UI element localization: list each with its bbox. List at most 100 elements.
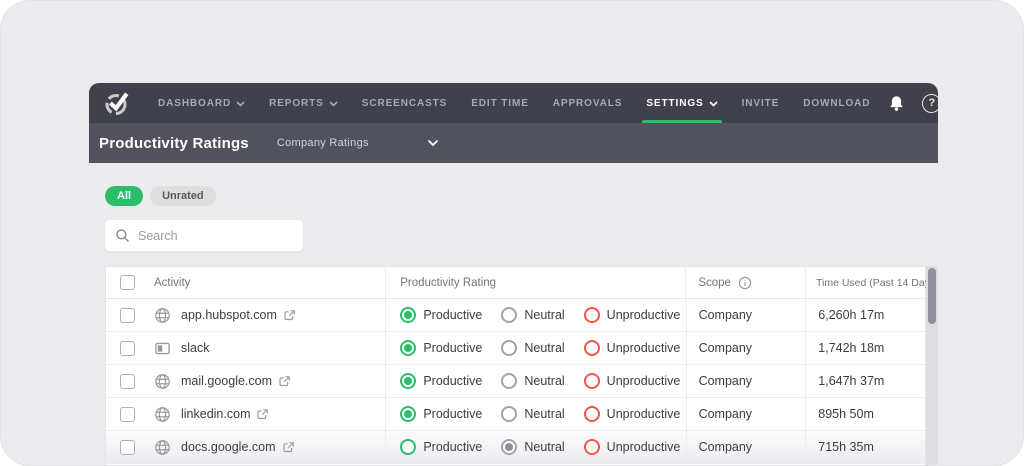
chevron-down-icon bbox=[236, 101, 245, 107]
select-all-checkbox[interactable] bbox=[120, 275, 135, 290]
table-row: docs.google.com Productive Neutral Unpro… bbox=[106, 431, 925, 464]
nav-item-dashboard[interactable]: DASHBOARD bbox=[146, 83, 257, 123]
column-header-productivity-rating: Productivity Rating bbox=[400, 277, 496, 289]
radio-button[interactable] bbox=[584, 340, 600, 356]
nav-right-group: ? Time Doctor O... AS bbox=[882, 83, 938, 123]
row-checkbox[interactable] bbox=[120, 440, 135, 455]
app-window-icon bbox=[154, 340, 171, 357]
time-used-value: 6,260h 17m bbox=[818, 308, 884, 322]
row-checkbox[interactable] bbox=[120, 308, 135, 323]
rating-option-productive[interactable]: Productive bbox=[400, 307, 482, 323]
activity-label: slack bbox=[181, 341, 209, 355]
rating-option-unproductive[interactable]: Unproductive bbox=[584, 340, 681, 356]
chevron-down-icon bbox=[427, 139, 439, 147]
nav-item-invite[interactable]: INVITE bbox=[730, 83, 792, 123]
activity-label: linkedin.com bbox=[181, 407, 250, 421]
nav-item-edit-time[interactable]: EDIT TIME bbox=[459, 83, 541, 123]
scope-value: Company bbox=[699, 407, 753, 421]
rating-option-neutral[interactable]: Neutral bbox=[501, 439, 564, 455]
top-navbar: DASHBOARD REPORTS SCREENCASTS EDIT TIME … bbox=[89, 83, 938, 123]
nav-item-reports[interactable]: REPORTS bbox=[257, 83, 350, 123]
external-link-icon[interactable] bbox=[278, 375, 291, 388]
radio-button[interactable] bbox=[584, 439, 600, 455]
rating-option-productive[interactable]: Productive bbox=[400, 406, 482, 422]
radio-button[interactable] bbox=[501, 406, 517, 422]
radio-button[interactable] bbox=[400, 307, 416, 323]
search-input[interactable] bbox=[138, 229, 288, 243]
nav-item-screencasts[interactable]: SCREENCASTS bbox=[350, 83, 459, 123]
nav-item-download[interactable]: DOWNLOAD bbox=[791, 83, 882, 123]
subheader: Productivity Ratings Company Ratings bbox=[89, 123, 938, 163]
activity-label: docs.google.com bbox=[181, 440, 276, 454]
chevron-down-icon bbox=[329, 101, 338, 107]
rating-options: Productive Neutral Unproductive bbox=[386, 398, 686, 430]
rating-option-neutral[interactable]: Neutral bbox=[501, 406, 564, 422]
rating-option-neutral[interactable]: Neutral bbox=[501, 307, 564, 323]
external-link-icon[interactable] bbox=[283, 309, 296, 322]
filter-pill-unrated[interactable]: Unrated bbox=[150, 186, 216, 206]
content-area: All Unrated Activity bbox=[89, 163, 938, 466]
rating-option-unproductive[interactable]: Unproductive bbox=[584, 373, 681, 389]
radio-button[interactable] bbox=[501, 340, 517, 356]
scrollbar-thumb[interactable] bbox=[928, 268, 936, 324]
row-checkbox[interactable] bbox=[120, 374, 135, 389]
radio-button[interactable] bbox=[400, 340, 416, 356]
external-link-icon[interactable] bbox=[256, 408, 269, 421]
globe-icon bbox=[154, 307, 171, 324]
time-used-value: 715h 35m bbox=[818, 440, 874, 454]
globe-icon bbox=[154, 373, 171, 390]
ratings-scope-dropdown[interactable]: Company Ratings bbox=[277, 137, 439, 149]
filter-pill-all[interactable]: All bbox=[105, 186, 143, 206]
radio-button[interactable] bbox=[400, 373, 416, 389]
row-checkbox[interactable] bbox=[120, 407, 135, 422]
notifications-bell-icon[interactable] bbox=[888, 95, 905, 112]
radio-button[interactable] bbox=[400, 439, 416, 455]
radio-button[interactable] bbox=[501, 373, 517, 389]
nav-item-approvals[interactable]: APPROVALS bbox=[541, 83, 635, 123]
radio-button[interactable] bbox=[584, 373, 600, 389]
radio-button[interactable] bbox=[400, 406, 416, 422]
radio-button[interactable] bbox=[501, 307, 517, 323]
rating-option-neutral[interactable]: Neutral bbox=[501, 373, 564, 389]
scope-value: Company bbox=[699, 374, 753, 388]
activity-label: app.hubspot.com bbox=[181, 308, 277, 322]
external-link-icon[interactable] bbox=[282, 441, 295, 454]
ratings-scope-dropdown-label: Company Ratings bbox=[277, 137, 369, 149]
radio-button[interactable] bbox=[584, 406, 600, 422]
table-row: linkedin.com Productive Neutral Unproduc… bbox=[106, 398, 925, 431]
search-icon bbox=[115, 228, 130, 243]
app-window: DASHBOARD REPORTS SCREENCASTS EDIT TIME … bbox=[89, 83, 938, 466]
table-body: app.hubspot.com Productive Neutral Unpro… bbox=[106, 299, 925, 464]
search-box bbox=[105, 220, 303, 251]
radio-button[interactable] bbox=[584, 307, 600, 323]
rating-option-productive[interactable]: Productive bbox=[400, 373, 482, 389]
chevron-down-icon bbox=[709, 101, 718, 107]
scope-value: Company bbox=[699, 341, 753, 355]
rating-options: Productive Neutral Unproductive bbox=[386, 332, 686, 364]
help-icon[interactable]: ? bbox=[922, 94, 938, 113]
column-header-time-used: Time Used (Past 14 Days) bbox=[816, 277, 939, 289]
rating-option-neutral[interactable]: Neutral bbox=[501, 340, 564, 356]
time-used-value: 895h 50m bbox=[818, 407, 874, 421]
time-doctor-logo-icon[interactable] bbox=[103, 90, 130, 117]
rating-option-unproductive[interactable]: Unproductive bbox=[584, 439, 681, 455]
rating-option-unproductive[interactable]: Unproductive bbox=[584, 406, 681, 422]
rating-option-productive[interactable]: Productive bbox=[400, 340, 482, 356]
rating-option-productive[interactable]: Productive bbox=[400, 439, 482, 455]
radio-button[interactable] bbox=[501, 439, 517, 455]
nav-menu: DASHBOARD REPORTS SCREENCASTS EDIT TIME … bbox=[146, 83, 882, 123]
table-row: slack Productive Neutral Unproductive Co… bbox=[106, 332, 925, 365]
rating-options: Productive Neutral Unproductive bbox=[386, 431, 686, 463]
page-title: Productivity Ratings bbox=[99, 135, 249, 152]
time-used-value: 1,647h 37m bbox=[818, 374, 884, 388]
scrollbar-track[interactable] bbox=[926, 266, 938, 466]
rating-option-unproductive[interactable]: Unproductive bbox=[584, 307, 681, 323]
row-checkbox[interactable] bbox=[120, 341, 135, 356]
table-header-row: Activity Productivity Rating Scope bbox=[106, 267, 925, 299]
globe-icon bbox=[154, 406, 171, 423]
table-row: app.hubspot.com Productive Neutral Unpro… bbox=[106, 299, 925, 332]
nav-item-settings[interactable]: SETTINGS bbox=[634, 83, 729, 123]
info-icon[interactable] bbox=[738, 276, 752, 290]
page-canvas: DASHBOARD REPORTS SCREENCASTS EDIT TIME … bbox=[0, 0, 1024, 466]
scope-value: Company bbox=[699, 308, 753, 322]
